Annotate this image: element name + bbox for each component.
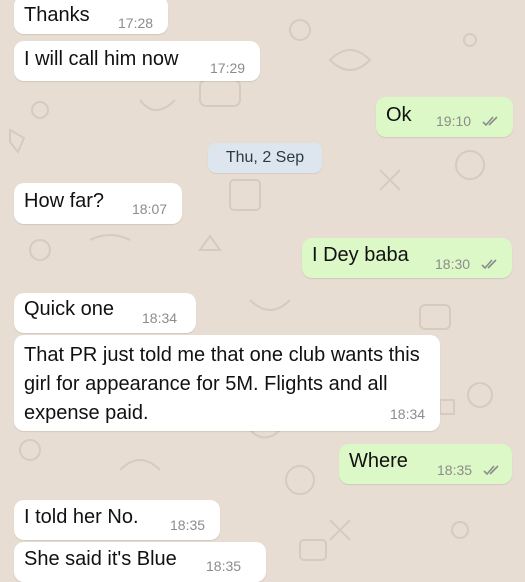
double-check-icon	[483, 465, 499, 476]
message-incoming[interactable]: I will call him now 17:29	[14, 41, 260, 81]
message-incoming[interactable]: Quick one 18:34	[14, 293, 196, 333]
message-text: I told her No.	[24, 506, 139, 528]
message-timestamp: 17:29	[210, 60, 246, 76]
message-timestamp: 18:35	[206, 558, 242, 574]
message-text: Quick one	[24, 298, 115, 320]
message-text: Ok	[386, 104, 412, 126]
message-text: Thanks	[24, 4, 90, 26]
message-text: I will call him now	[24, 48, 179, 70]
message-incoming[interactable]: She said it's Blue 18:35	[14, 542, 266, 582]
message-timestamp: 17:28	[118, 15, 154, 31]
message-incoming[interactable]: Thanks 17:28	[14, 0, 168, 34]
message-timestamp: 18:35	[170, 517, 206, 533]
double-check-icon	[482, 116, 498, 127]
message-outgoing[interactable]: Ok 19:10	[376, 97, 513, 137]
message-text: Where	[349, 450, 408, 472]
date-separator: Thu, 2 Sep	[208, 143, 322, 173]
message-timestamp: 18:34	[142, 310, 178, 326]
message-text: I Dey baba	[312, 244, 409, 266]
message-incoming[interactable]: I told her No. 18:35	[14, 500, 220, 540]
message-outgoing[interactable]: I Dey baba 18:30	[302, 238, 512, 278]
message-incoming[interactable]: How far? 18:07	[14, 183, 182, 224]
message-timestamp: 18:07	[132, 201, 168, 217]
message-timestamp: 19:10	[436, 113, 472, 129]
message-timestamp: 18:35	[437, 462, 473, 478]
message-text: That PR just told me that one club wants…	[24, 344, 420, 424]
double-check-icon	[481, 259, 497, 270]
message-incoming[interactable]: That PR just told me that one club wants…	[14, 335, 440, 431]
message-timestamp: 18:30	[435, 256, 471, 272]
message-outgoing[interactable]: Where 18:35	[339, 444, 512, 484]
message-timestamp: 18:34	[390, 406, 426, 422]
message-text: How far?	[24, 190, 105, 212]
